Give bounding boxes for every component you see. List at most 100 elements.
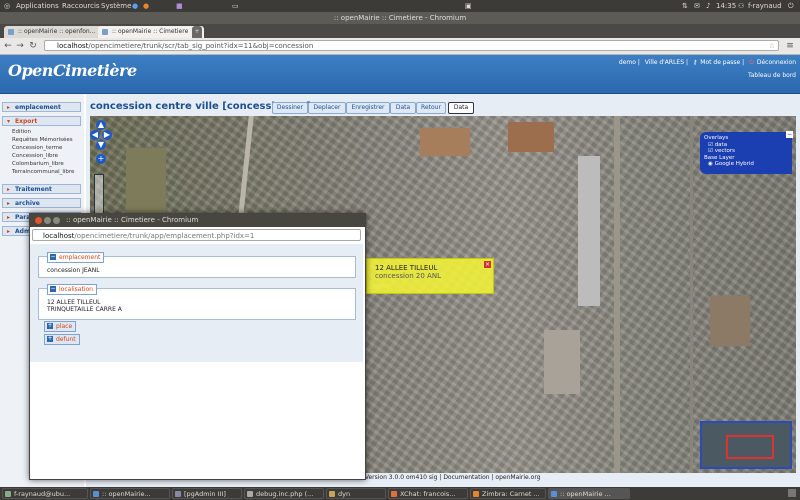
legend-emplacement[interactable]: − emplacement — [47, 252, 105, 263]
screen-icon[interactable]: ▣ — [465, 2, 472, 10]
sidebar-menu-export[interactable]: ▾ Export — [2, 116, 81, 126]
time-label[interactable]: 14:35 — [716, 2, 736, 10]
minimize-icon[interactable] — [44, 217, 51, 224]
pan-left-icon[interactable]: ◀ — [90, 130, 100, 140]
terminal-launcher-icon[interactable]: ▭ — [232, 2, 239, 10]
save-button[interactable]: Enregistrer — [346, 102, 390, 114]
task-openmairie-1[interactable]: :: openMairie... — [90, 488, 170, 499]
folder-icon — [329, 491, 335, 497]
ubuntu-logo-icon[interactable]: ◎ — [4, 2, 10, 10]
move-button[interactable]: Deplacer — [308, 102, 346, 114]
user-link[interactable]: demo — [619, 59, 636, 66]
fold-place[interactable]: + place — [44, 321, 77, 332]
export-submenu: Edition Requêtes Mémorisées Concession_t… — [12, 128, 74, 176]
sidebar-menu-emplacement[interactable]: ▸ emplacement — [2, 102, 81, 112]
base-layer-radio[interactable]: ◉ Google Hybrid — [704, 161, 788, 168]
task-xchat[interactable]: XChat: francois... — [388, 488, 468, 499]
browser-tab-cimetiere[interactable]: :: openMairie :: Cimetiere — [98, 26, 204, 38]
building — [544, 330, 580, 394]
url-host: localhost — [43, 232, 75, 240]
pan-up-icon[interactable]: ▲ — [96, 120, 106, 130]
task-zimbra[interactable]: Zimbra: Carnet ... — [470, 488, 546, 499]
fold-defunt[interactable]: + defunt — [44, 334, 80, 345]
taskbar: f-raynaud@ubu... :: openMairie... [pgAdm… — [0, 487, 800, 500]
address-bar[interactable]: localhost/opencimetiere/trunk/scr/tab_si… — [44, 40, 779, 51]
popup-close-icon[interactable]: × — [484, 261, 491, 268]
menu-label: Export — [15, 118, 38, 125]
dashboard-link[interactable]: Tableau de bord — [748, 72, 796, 79]
popup-concession: concession 20 ANL — [375, 272, 441, 280]
data-button[interactable]: Data — [390, 102, 416, 114]
submenu-item-terraincommunal-libre[interactable]: Terraincommunal_libre — [12, 168, 74, 176]
localisation-address: 12 ALLEE TILLEUL — [47, 299, 101, 306]
popup-titlebar: :: openMairie :: Cimetiere - Chromium — [30, 214, 365, 227]
task-pgadmin[interactable]: [pgAdmin III] — [172, 488, 242, 499]
terminal-icon — [5, 491, 11, 497]
chromium-launcher-icon[interactable]: ● — [132, 2, 138, 10]
data-tab-button[interactable]: Data — [448, 102, 474, 114]
maximize-icon[interactable] — [53, 217, 60, 224]
expand-icon: + — [47, 322, 53, 329]
pan-right-icon[interactable]: ▶ — [102, 130, 112, 140]
network-icon[interactable]: ⇅ — [682, 2, 688, 10]
minimize-icon[interactable]: − — [786, 131, 793, 138]
expand-arrow-icon: ▸ — [7, 228, 11, 235]
documentation-link[interactable]: Documentation — [443, 474, 489, 481]
task-debug[interactable]: debug.inc.php (... — [244, 488, 324, 499]
submenu-item-requetes[interactable]: Requêtes Mémorisées — [12, 136, 74, 144]
popup-address-bar[interactable]: localhost/opencimetiere/trunk/app/emplac… — [32, 229, 361, 241]
task-label: debug.inc.php (... — [256, 490, 314, 498]
new-tab-button[interactable]: + — [192, 26, 202, 38]
logout-icon: ⏻ — [749, 59, 754, 66]
popup-address: 12 ALLEE TILLEUL — [375, 264, 438, 272]
back-icon[interactable]: ← — [3, 41, 13, 51]
warehouse-roof — [578, 156, 600, 306]
volume-icon[interactable]: ♪ — [706, 2, 710, 10]
task-label: :: openMairie... — [102, 490, 151, 498]
sidebar-menu-traitement[interactable]: ▸ Traitement — [2, 184, 81, 194]
overview-map[interactable] — [700, 421, 792, 469]
chromium-icon — [551, 491, 557, 497]
submenu-item-edition[interactable]: Edition — [12, 128, 74, 136]
password-link[interactable]: Mot de passe — [700, 59, 740, 66]
overview-extent[interactable] — [726, 435, 774, 459]
zoom-in-icon[interactable]: + — [96, 154, 106, 164]
menu-applications[interactable]: Applications — [16, 2, 59, 10]
task-dyn[interactable]: dyn — [326, 488, 386, 499]
sidebar-menu-archive[interactable]: ▸ archive — [2, 198, 81, 208]
app-launcher-icon[interactable]: ■ — [176, 2, 183, 10]
openmairie-link[interactable]: openMairie.org — [495, 474, 540, 481]
task-openmairie-2[interactable]: :: openMairie ... — [548, 488, 630, 499]
xchat-icon — [391, 491, 397, 497]
city-link[interactable]: Ville d'ARLES — [645, 59, 684, 66]
fieldset-localisation: − localisation 12 ALLEE TILLEUL TRINQUETA… — [38, 284, 356, 320]
pgadmin-icon — [175, 491, 181, 497]
forward-icon[interactable]: → — [15, 41, 25, 51]
wrench-menu-icon[interactable]: ≡ — [785, 41, 795, 51]
legend-localisation[interactable]: − localisation — [47, 284, 97, 295]
draw-button[interactable]: Dessiner — [272, 102, 308, 114]
bookmark-star-icon[interactable]: ☆ — [769, 41, 775, 52]
close-icon[interactable] — [35, 217, 42, 224]
system-top-panel: ◎ Applications Raccourcis Système ● ● ■ … — [0, 0, 800, 12]
firefox-launcher-icon[interactable]: ● — [143, 2, 149, 10]
browser-tab-openfon[interactable]: :: openMairie :: openfon... — [4, 26, 110, 38]
layer-switcher: Overlays ☑ data ☑ vectors Base Layer ◉ G… — [700, 131, 793, 174]
submenu-item-concession-terme[interactable]: Concession_terme — [12, 144, 74, 152]
app-logo[interactable]: OpenCimetière — [8, 61, 137, 80]
menu-systeme[interactable]: Système — [101, 2, 131, 10]
logout-link[interactable]: Déconnexion — [757, 59, 796, 66]
submenu-item-colombarium-libre[interactable]: Colombarium_libre — [12, 160, 74, 168]
collapse-arrow-icon: ▾ — [7, 118, 11, 125]
user-label[interactable]: f-raynaud — [748, 2, 782, 10]
pan-down-icon[interactable]: ▼ — [96, 140, 106, 150]
collapse-icon: − — [50, 285, 56, 292]
power-icon[interactable]: ⏻ — [788, 2, 794, 11]
task-terminal[interactable]: f-raynaud@ubu... — [2, 488, 88, 499]
return-button[interactable]: Retour — [416, 102, 446, 114]
menu-raccourcis[interactable]: Raccourcis — [62, 2, 100, 10]
submenu-item-concession-libre[interactable]: Concession_libre — [12, 152, 74, 160]
mail-icon[interactable]: ✉ — [694, 2, 700, 10]
workspace-icon[interactable] — [788, 489, 796, 497]
reload-icon[interactable]: ↻ — [28, 41, 38, 51]
